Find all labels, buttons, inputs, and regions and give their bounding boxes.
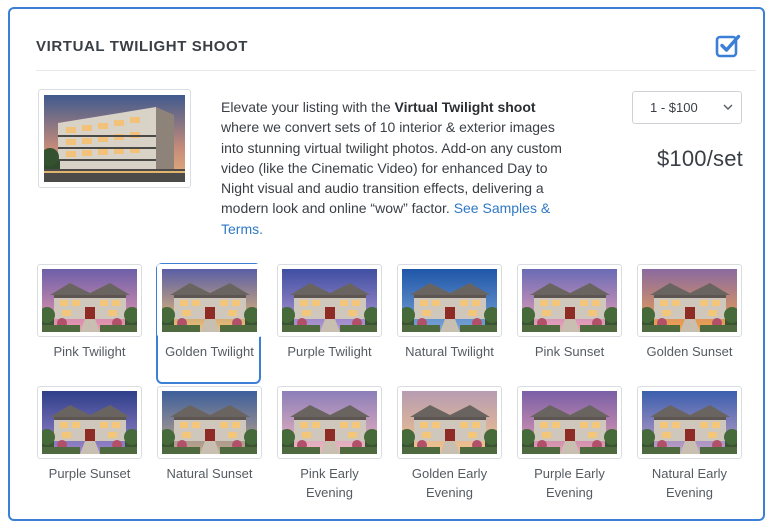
listing-photo [38,89,191,188]
style-thumbnail[interactable] [517,386,622,459]
house-photo-image [522,391,617,454]
style-label: Golden Sunset [646,344,733,359]
style-thumbnail[interactable] [517,264,622,337]
shoot-description: Elevate your listing with the Virtual Tw… [221,97,566,239]
style-option[interactable]: Purple Twilight [277,264,382,384]
style-thumbnail[interactable] [277,264,382,337]
house-photo-image [42,391,137,454]
apartment-building-image [44,95,185,182]
style-option[interactable]: Natural Twilight [397,264,502,384]
house-photo-image [402,269,497,332]
style-option[interactable]: Pink Early Evening [277,386,382,506]
header-divider [36,70,756,71]
style-label: Natural Sunset [166,466,253,481]
style-label: Purple Twilight [287,344,372,359]
checkbox-checked-icon[interactable] [715,33,741,59]
style-thumbnail[interactable] [277,386,382,459]
house-photo-image [642,391,737,454]
style-option[interactable]: Golden Early Evening [397,386,502,506]
style-option[interactable]: Golden Sunset [637,264,742,384]
quantity-select[interactable]: 1 - $100 [632,91,742,124]
style-option[interactable]: Pink Twilight [37,264,142,384]
style-label: Purple Sunset [48,466,131,481]
description-highlight: Virtual Twilight shoot [394,99,536,115]
style-option[interactable]: Purple Early Evening [517,386,622,506]
style-option[interactable]: Natural Sunset [157,386,262,506]
style-thumbnail[interactable] [637,264,742,337]
house-photo-image [162,391,257,454]
style-thumbnail[interactable] [637,386,742,459]
house-photo-image [522,269,617,332]
style-option[interactable]: Natural Early Evening [637,386,742,506]
style-thumbnail[interactable] [397,386,502,459]
style-thumbnail[interactable] [37,386,142,459]
style-label: Natural Twilight [405,344,494,359]
chevron-down-icon [723,104,733,110]
style-option[interactable]: Pink Sunset [517,264,622,384]
style-option[interactable]: Golden Twilight [156,263,262,384]
style-option[interactable]: Purple Sunset [37,386,142,506]
house-photo-image [642,269,737,332]
house-photo-image [162,269,257,332]
style-label: Purple Early Evening [534,466,605,500]
quantity-select-value: 1 - $100 [650,100,698,115]
house-photo-image [402,391,497,454]
section-title: VIRTUAL TWILIGHT SHOOT [36,38,249,55]
style-thumbnail[interactable] [157,264,262,337]
style-thumbnail[interactable] [397,264,502,337]
style-label: Natural Early Evening [651,466,728,500]
style-label: Golden Twilight [165,344,254,359]
description-intro: Elevate your listing with the [221,99,395,115]
house-photo-image [282,391,377,454]
twilight-shoot-card: VIRTUAL TWILIGHT SHOOT Elevate your list… [8,7,765,521]
style-label: Pink Early Evening [300,466,359,500]
style-thumbnail[interactable] [37,264,142,337]
style-label: Golden Early Evening [411,466,488,500]
style-label: Pink Twilight [53,344,126,359]
style-label: Pink Sunset [534,344,605,359]
house-photo-image [42,269,137,332]
style-thumbnail[interactable] [157,386,262,459]
price-per-set: $100/set [656,146,743,171]
house-photo-image [282,269,377,332]
